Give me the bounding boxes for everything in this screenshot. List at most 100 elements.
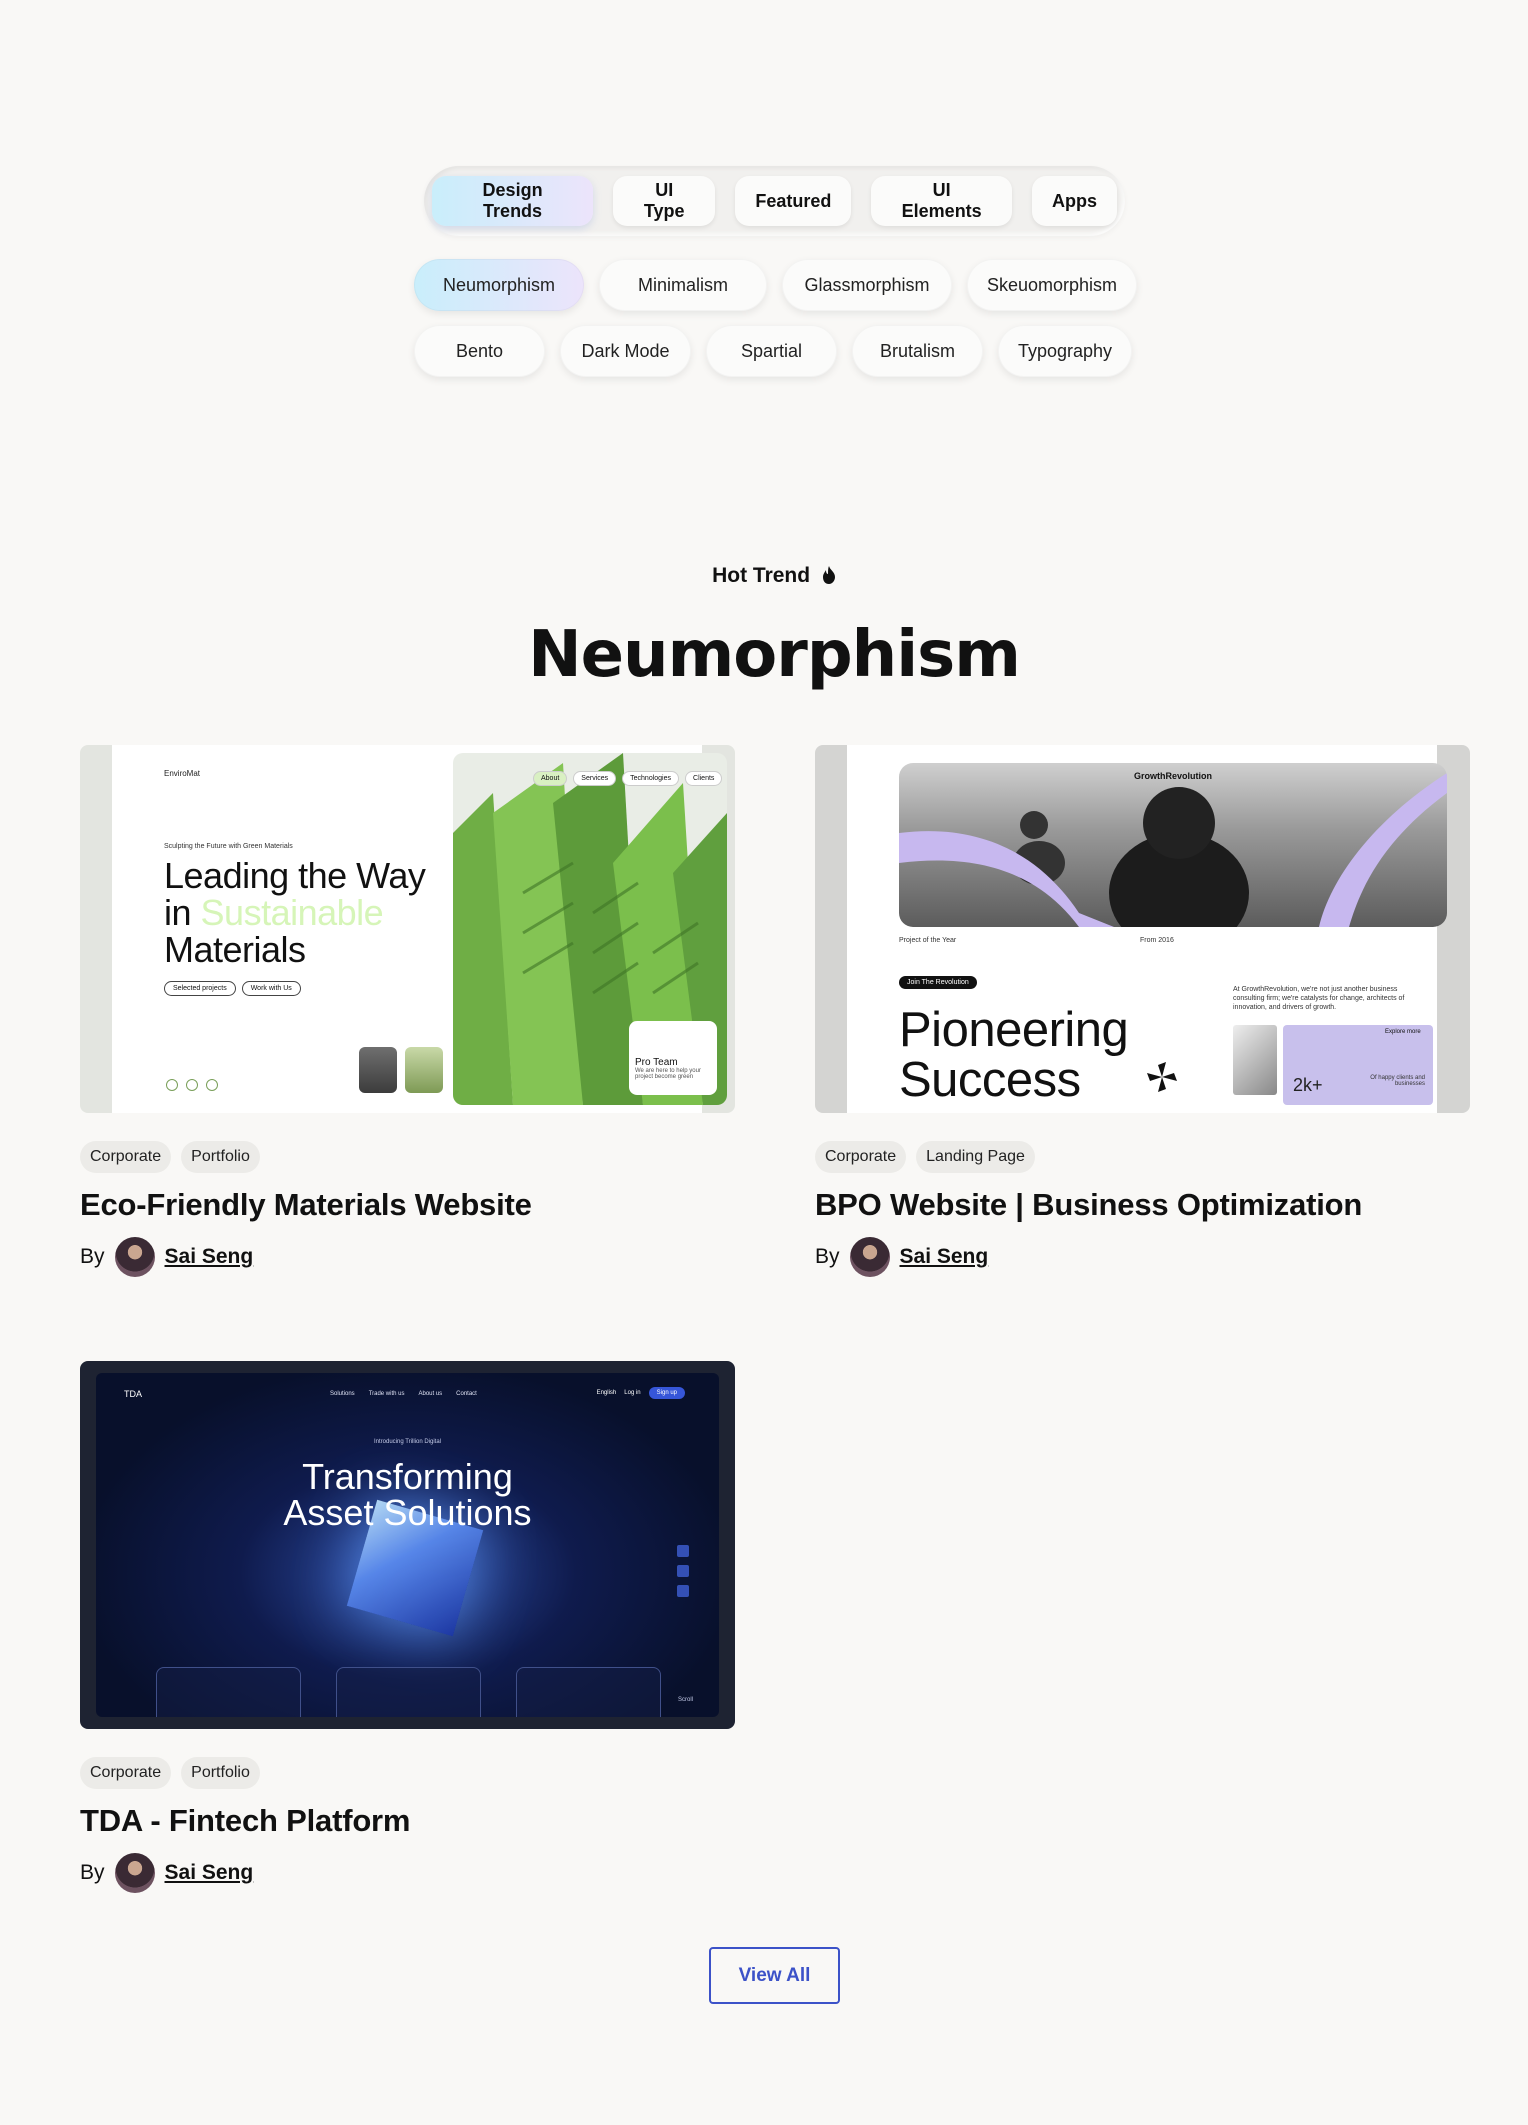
thumb-subtitle: Sculpting the Future with Green Material… — [164, 843, 293, 850]
pill-skeuomorphism[interactable]: Skeuomorphism — [967, 259, 1137, 311]
avatar[interactable] — [114, 1237, 155, 1277]
dashboard-panel — [336, 1667, 481, 1717]
page-title: Neumorphism — [528, 618, 1021, 692]
card-title[interactable]: Eco-Friendly Materials Website — [80, 1187, 735, 1223]
hero-line-1: Transforming — [302, 1456, 513, 1497]
thumb-intro: Introducing Trillion Digital — [373, 1439, 442, 1445]
pill-minimalism[interactable]: Minimalism — [599, 259, 767, 311]
globe-icon — [186, 1079, 198, 1091]
thumb-nav-item: Services — [573, 771, 617, 786]
social-icon — [677, 1565, 689, 1577]
fire-icon — [822, 566, 835, 584]
avatar[interactable] — [849, 1237, 890, 1277]
by-label: By — [80, 1861, 105, 1884]
tab-apps[interactable]: Apps — [1032, 176, 1117, 226]
team-subtitle: We are here to help your project become … — [635, 1068, 701, 1080]
social-icon — [166, 1079, 178, 1091]
card-thumbnail[interactable]: EnviroMat Sculpting the Future with Gree… — [80, 745, 735, 1113]
thumb-meta-mid: From 2016 — [1140, 937, 1174, 944]
thumb-nav-item: Trade with us — [368, 1391, 405, 1397]
thumb-btn-work: Work with Us — [241, 981, 301, 996]
thumb-nav-item: Solutions — [330, 1391, 355, 1397]
thumb-brand: GrowthRevolution — [1134, 771, 1212, 781]
thumb-nav-item: Technologies — [622, 771, 680, 786]
tab-ui-type[interactable]: UI Type — [613, 176, 716, 226]
thumb-actions: English Log in Sign up — [597, 1387, 685, 1399]
building-image — [1233, 1025, 1277, 1095]
stat-number: 2k+ — [1293, 1075, 1323, 1095]
pill-glassmorphism[interactable]: Glassmorphism — [782, 259, 952, 311]
thumb-nav-item: Clients — [685, 771, 723, 786]
tab-featured[interactable]: Featured — [735, 176, 852, 226]
tag-landing-page[interactable]: Landing Page — [916, 1141, 1035, 1173]
pill-dark-mode[interactable]: Dark Mode — [560, 325, 691, 377]
card-thumbnail[interactable]: TDA Solutions Trade with us About us Con… — [80, 1361, 735, 1729]
thumb-nav-item: About — [533, 771, 568, 786]
card-title[interactable]: TDA - Fintech Platform — [80, 1803, 735, 1839]
thumb-page: GrowthRevolution Project of the Year Fro… — [847, 745, 1447, 1113]
thumb-nav-item: Contact — [456, 1391, 477, 1397]
design-card: GrowthRevolution Project of the Year Fro… — [815, 745, 1470, 1277]
pill-spartial[interactable]: Spartial — [706, 325, 837, 377]
tag-portfolio[interactable]: Portfolio — [181, 1141, 260, 1173]
thumb-buttons: Selected projects Work with Us — [164, 981, 301, 996]
swimmer-photo: GrowthRevolution — [899, 763, 1447, 927]
team-card: Pro Team We are here to help your projec… — [629, 1021, 717, 1095]
thumb-btn-projects: Selected projects — [164, 981, 236, 996]
pill-bento[interactable]: Bento — [414, 325, 545, 377]
section-eyebrow: Hot Trend — [0, 564, 1528, 588]
stat-label: Of happy clients and businesses — [1370, 1075, 1425, 1087]
author-link[interactable]: Sai Seng — [165, 1861, 254, 1885]
thumb-page: TDA Solutions Trade with us About us Con… — [96, 1373, 719, 1717]
card-byline: By Sai Seng — [80, 1237, 735, 1277]
thumb-page: EnviroMat Sculpting the Future with Gree… — [112, 745, 727, 1113]
thumb-nav: About Services Technologies Clients — [533, 771, 723, 786]
eyebrow-label: Hot Trend — [712, 564, 811, 587]
thumb-hero: Leading the Way in Sustainable Materials — [164, 857, 426, 968]
pill-neumorphism[interactable]: Neumorphism — [414, 259, 584, 311]
tag-corporate[interactable]: Corporate — [80, 1141, 172, 1173]
tab-ui-elements[interactable]: UI Elements — [871, 176, 1012, 226]
pill-typography[interactable]: Typography — [998, 325, 1132, 377]
hero-line-2: in Sustainable — [164, 894, 425, 931]
view-all-button[interactable]: View All — [709, 1947, 840, 2004]
card-tags: Corporate Portfolio — [80, 1141, 735, 1173]
thumb-products — [359, 1047, 443, 1093]
hero-line-2: Asset Solutions — [283, 1492, 532, 1533]
card-tags: Corporate Portfolio — [80, 1757, 735, 1789]
author-link[interactable]: Sai Seng — [165, 1245, 254, 1269]
card-title[interactable]: BPO Website | Business Optimization — [815, 1187, 1470, 1223]
hero-line-1: Pioneering — [899, 1003, 1129, 1057]
social-icon — [677, 1585, 689, 1597]
tag-corporate[interactable]: Corporate — [80, 1757, 172, 1789]
design-card: TDA Solutions Trade with us About us Con… — [80, 1361, 735, 1893]
green-blocks-photo: About Services Technologies Clients Pro … — [453, 753, 727, 1105]
card-thumbnail[interactable]: GrowthRevolution Project of the Year Fro… — [815, 745, 1470, 1113]
thumb-hero: Transforming Asset Solutions — [96, 1459, 719, 1531]
thumb-login: Log in — [624, 1390, 641, 1396]
product-image — [359, 1047, 397, 1093]
hero-green-word: Sustainable — [200, 892, 384, 933]
by-label: By — [815, 1245, 840, 1268]
card-byline: By Sai Seng — [815, 1237, 1470, 1277]
thumb-logo: EnviroMat — [164, 769, 201, 778]
tag-portfolio[interactable]: Portfolio — [181, 1757, 260, 1789]
tag-corporate[interactable]: Corporate — [815, 1141, 907, 1173]
design-card: EnviroMat Sculpting the Future with Gree… — [80, 745, 735, 1277]
author-link[interactable]: Sai Seng — [900, 1245, 989, 1269]
thumb-nav: Solutions Trade with us About us Contact — [330, 1391, 477, 1397]
thumb-description: At GrowthRevolution, we're not just anot… — [1233, 986, 1405, 1011]
thumb-meta-left: Project of the Year — [899, 937, 957, 944]
thumb-social-icons — [677, 1545, 689, 1597]
thumb-logo: TDA — [124, 1389, 142, 1399]
card-tags: Corporate Landing Page — [815, 1141, 1470, 1173]
thumb-hero: Pioneering Success — [899, 1003, 1129, 1107]
thumb-stats: Explore more 2k+ Of happy clients and bu… — [1283, 1025, 1433, 1105]
avatar[interactable] — [114, 1853, 155, 1893]
hero-line-2: Success — [899, 1053, 1081, 1107]
pill-brutalism[interactable]: Brutalism — [852, 325, 983, 377]
social-icon — [206, 1079, 218, 1091]
tab-design-trends[interactable]: Design Trends — [432, 176, 594, 226]
explore-label: Explore more — [1385, 1029, 1421, 1035]
card-byline: By Sai Seng — [80, 1853, 735, 1893]
